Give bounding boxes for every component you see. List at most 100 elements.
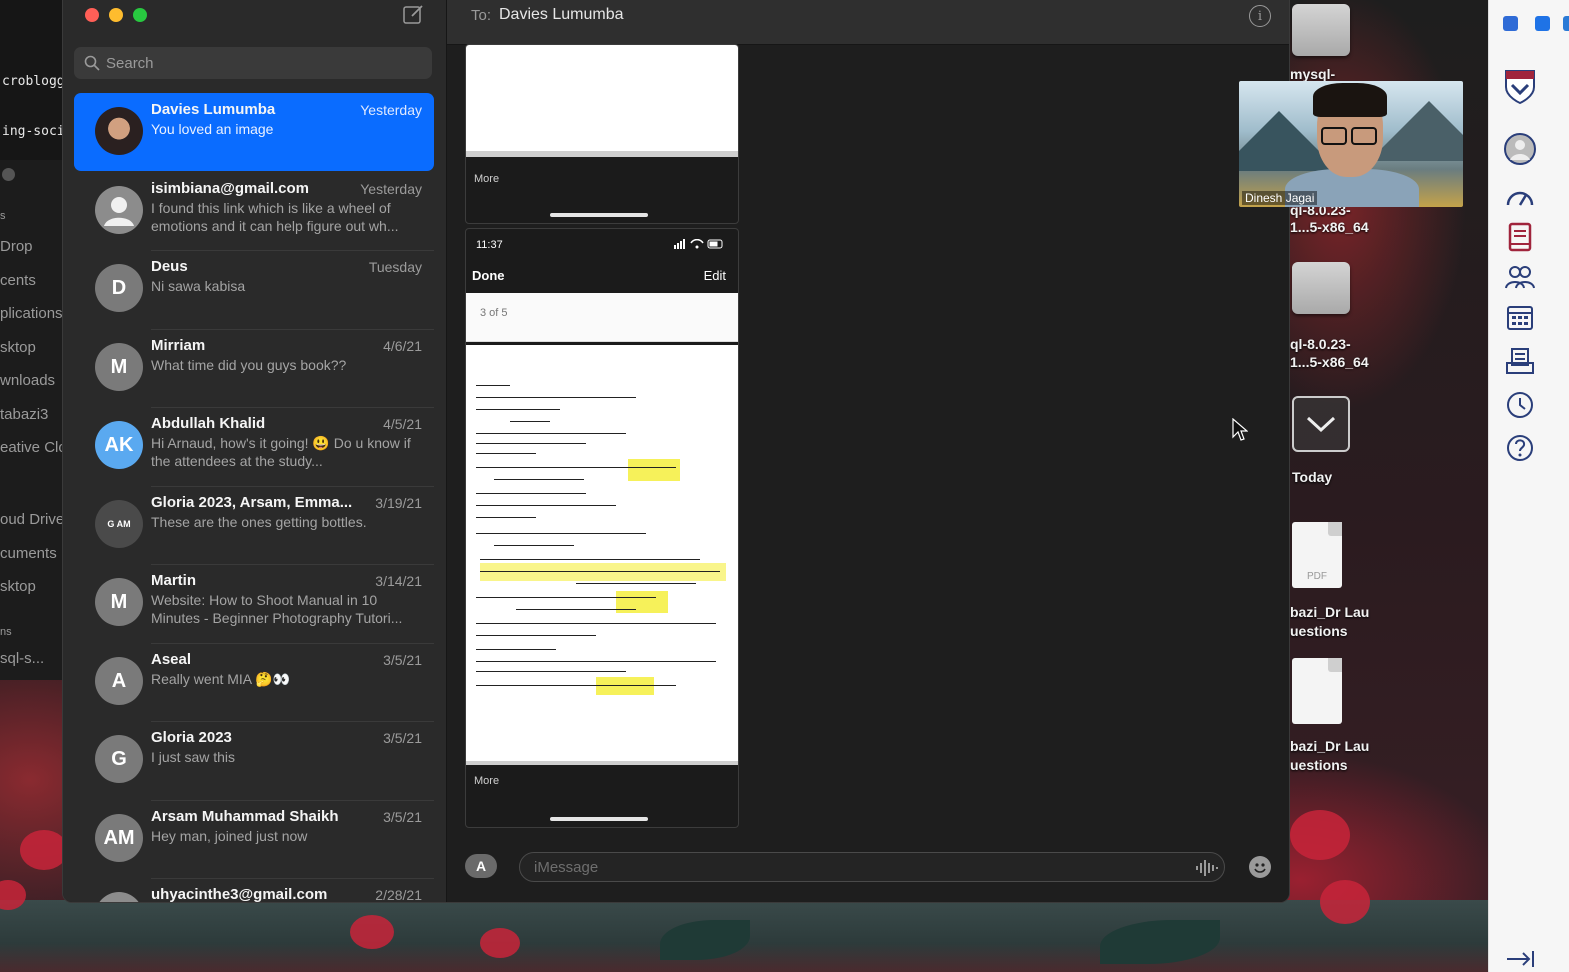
finder-item[interactable]: cents xyxy=(0,272,36,289)
home-indicator xyxy=(550,817,648,821)
desktop-icon-label: 1...5-x86_64 xyxy=(1290,219,1369,235)
conversation-item[interactable]: isimbiana@gmail.com Yesterday I found th… xyxy=(74,172,434,250)
help-icon[interactable] xyxy=(1503,431,1537,465)
finder-item[interactable]: sql-s... xyxy=(0,650,44,667)
dashboard-gauge-icon[interactable] xyxy=(1503,180,1537,214)
conversation-sidebar: Search Davies Lumumba Yesterday You love… xyxy=(63,0,447,902)
group-avatar-initials: G AM xyxy=(107,519,131,529)
imessage-input[interactable] xyxy=(519,852,1225,882)
finder-section: ns xyxy=(0,626,12,638)
conversation-name: Aseal xyxy=(151,651,192,668)
calendar-icon[interactable] xyxy=(1503,300,1537,334)
conversation-name: Gloria 2023 xyxy=(151,729,232,746)
conversation-preview: I found this link which is like a wheel … xyxy=(151,200,399,234)
zoom-window-button[interactable] xyxy=(133,8,147,22)
avatar xyxy=(95,107,143,155)
conversation-name: Mirriam xyxy=(151,337,206,354)
finder-item[interactable]: tabazi3 xyxy=(0,406,48,423)
conversation-item[interactable]: G Gloria 2023 3/5/21 I just saw this xyxy=(74,721,434,799)
course-book-icon[interactable] xyxy=(1503,220,1537,254)
wallpaper-flower xyxy=(20,830,68,870)
conversation-date: 3/14/21 xyxy=(375,573,422,589)
collapse-panel-icon[interactable] xyxy=(1503,946,1537,972)
inbox-icon[interactable] xyxy=(1503,344,1537,378)
chat-panel: To: Davies Lumumba i More 11:37 Done Edi… xyxy=(447,0,1289,902)
page-indicator: 3 of 5 xyxy=(480,307,508,319)
conversation-item[interactable]: A Aseal 3/5/21 Really went MIA 🤔👀 xyxy=(74,643,434,721)
desktop-icon-label: 1...5-x86_64 xyxy=(1290,354,1369,370)
conversation-item[interactable]: Davies Lumumba Yesterday You loved an im… xyxy=(74,93,434,171)
recipient-name[interactable]: Davies Lumumba xyxy=(499,6,624,24)
search-field[interactable]: Search xyxy=(74,47,432,79)
message-image[interactable]: 11:37 Done Edit 3 of 5 More xyxy=(465,228,739,828)
avatar xyxy=(95,892,143,902)
conversation-item[interactable]: G AM Gloria 2023, Arsam, Emma... 3/19/21… xyxy=(74,486,434,564)
phone-time: 11:37 xyxy=(476,239,503,251)
avatar: G xyxy=(95,735,143,783)
conversation-name: Arsam Muhammad Shaikh xyxy=(151,808,339,825)
profile-icon[interactable] xyxy=(1503,132,1537,166)
app-store-button[interactable]: A xyxy=(465,854,497,878)
participant-hair xyxy=(1313,83,1387,117)
docs-icon[interactable] xyxy=(1503,16,1518,31)
avatar: D xyxy=(95,264,143,312)
finder-item[interactable]: cuments xyxy=(0,545,57,562)
wallpaper-flower xyxy=(480,928,520,958)
conversation-item[interactable]: AK Abdullah Khalid 4/5/21 Hi Arnaud, how… xyxy=(74,407,434,485)
avatar: M xyxy=(95,343,143,391)
minimize-window-button[interactable] xyxy=(109,8,123,22)
app-mini-icon[interactable] xyxy=(1563,16,1569,31)
image-edge xyxy=(466,761,738,765)
pdf-file-icon[interactable]: PDF xyxy=(1292,522,1342,588)
finder-item[interactable]: sktop xyxy=(0,578,36,595)
finder-item[interactable]: oud Drive xyxy=(0,511,64,528)
conversation-item[interactable]: M Mirriam 4/6/21 What time did you guys … xyxy=(74,329,434,407)
desktop-icon-label: ql-8.0.23- xyxy=(1290,336,1351,352)
conversation-item[interactable]: uhyacinthe3@gmail.com 2/28/21 xyxy=(74,878,434,903)
emoji-picker-icon[interactable] xyxy=(1249,856,1271,878)
message-image[interactable]: More xyxy=(465,44,739,224)
conversation-item[interactable]: AM Arsam Muhammad Shaikh 3/5/21 Hey man,… xyxy=(74,800,434,878)
pdf-label: PDF xyxy=(1307,571,1327,582)
conversation-item[interactable]: D Deus Tuesday Ni sawa kabisa xyxy=(74,250,434,328)
chat-header: To: Davies Lumumba i xyxy=(447,0,1289,45)
conversation-name: uhyacinthe3@gmail.com xyxy=(151,886,328,903)
finder-item[interactable]: sktop xyxy=(0,339,36,356)
close-window-button[interactable] xyxy=(85,8,99,22)
calendar-mini-icon[interactable] xyxy=(1535,16,1550,31)
file-icon[interactable] xyxy=(1292,658,1342,724)
page-indicator-bar: 3 of 5 xyxy=(466,293,738,342)
phone-status-icons xyxy=(674,239,723,249)
info-icon[interactable]: i xyxy=(1249,5,1271,27)
avatar: AK xyxy=(95,421,143,469)
audio-waveform-icon[interactable] xyxy=(1195,860,1219,876)
person-icon xyxy=(104,197,134,226)
compose-icon[interactable] xyxy=(403,4,425,24)
conversation-name: Davies Lumumba xyxy=(151,101,276,118)
conversation-preview: Hi Arnaud, how's it going! 😃 Do u know i… xyxy=(151,435,411,469)
home-indicator xyxy=(550,213,648,217)
conversation-item[interactable]: M Martin 3/14/21 Website: How to Shoot M… xyxy=(74,564,434,642)
group-avatar: G AM xyxy=(95,500,143,548)
history-clock-icon[interactable] xyxy=(1503,388,1537,422)
conversation-preview: Hey man, joined just now xyxy=(151,828,308,844)
video-call-thumbnail[interactable]: Dinesh Jagai xyxy=(1239,81,1463,207)
conversation-preview: Ni sawa kabisa xyxy=(151,278,246,294)
university-shield-icon[interactable] xyxy=(1503,70,1537,105)
search-icon xyxy=(84,55,100,71)
desktop-icon-label: bazi_Dr Lau xyxy=(1290,738,1370,754)
conversation-preview: You loved an image xyxy=(151,121,274,137)
finder-item[interactable]: Drop xyxy=(0,238,33,255)
conversation-name: Gloria 2023, Arsam, Emma... xyxy=(151,494,353,511)
conversation-date: Tuesday xyxy=(368,259,422,275)
conversation-date: 3/19/21 xyxy=(375,495,422,511)
finder-item[interactable]: wnloads xyxy=(0,372,55,389)
disk-image-icon[interactable] xyxy=(1292,4,1350,56)
disk-image-icon[interactable] xyxy=(1292,262,1350,314)
desktop-icon-label: mysql- xyxy=(1290,66,1336,82)
finder-item[interactable]: plications xyxy=(0,305,63,322)
groups-icon[interactable] xyxy=(1503,260,1537,294)
finder-item[interactable]: eative Clo xyxy=(0,439,67,456)
messages-window: Search Davies Lumumba Yesterday You love… xyxy=(62,0,1290,903)
today-folder-icon[interactable] xyxy=(1292,396,1350,452)
